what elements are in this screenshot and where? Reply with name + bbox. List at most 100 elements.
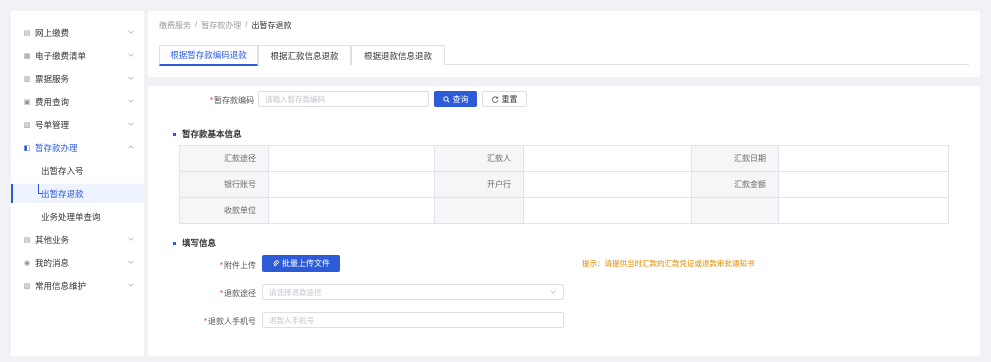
deposit-code-label: *暂存款编码 xyxy=(209,96,254,105)
table-cell-value xyxy=(523,171,692,198)
sidebar-item-other-business[interactable]: ▤ 其他业务 xyxy=(11,231,144,249)
sidebar-item-e-payment-list[interactable]: ▦ 电子缴费清单 xyxy=(11,47,144,65)
refresh-icon xyxy=(491,95,498,103)
basic-info-table: 汇款途径 汇款人 汇款日期 银行账号 开户行 汇款金额 收款单位 xyxy=(179,145,949,224)
sidebar: ▤ 网上缴费 ▦ 电子缴费清单 ▥ 票据服务 ▣ 费用查询 ▧ 号单管理 ◧ 暂… xyxy=(11,11,144,356)
chevron-down-icon xyxy=(128,76,134,80)
table-cell-label xyxy=(434,197,524,224)
list-icon: ▦ xyxy=(23,53,31,60)
required-mark: * xyxy=(209,96,213,105)
batch-upload-label: 批量上传文件 xyxy=(282,259,330,268)
refund-way-placeholder: 请选择退款途径 xyxy=(269,287,322,297)
upload-hint: 提示：请提供当时汇款的汇款凭证或退款审批通知书 xyxy=(582,259,755,268)
sidebar-item-number-management[interactable]: ▧ 号单管理 xyxy=(11,116,144,134)
breadcrumb-item[interactable]: 缴费服务 xyxy=(159,20,191,31)
settings-icon: ▨ xyxy=(23,283,31,290)
query-button[interactable]: 查询 xyxy=(434,91,477,107)
refund-way-select[interactable]: 请选择退款途径 xyxy=(262,284,564,300)
batch-upload-button[interactable]: 批量上传文件 xyxy=(262,255,340,272)
sidebar-item-my-messages[interactable]: ◉ 我的消息 xyxy=(11,254,144,272)
tab-refund-by-refund-info[interactable]: 根据退款信息退款 xyxy=(351,45,445,65)
chevron-down-icon xyxy=(128,237,134,241)
chevron-down-icon xyxy=(128,30,134,34)
sidebar-item-label: 票据服务 xyxy=(35,74,70,84)
table-cell-value xyxy=(523,197,692,224)
table-cell-label xyxy=(691,197,779,224)
breadcrumb-current: 出暂存退款 xyxy=(251,21,292,30)
table-cell-label: 汇款人 xyxy=(434,145,524,172)
fill-info-title: 填写信息 xyxy=(173,237,216,249)
sidebar-subitem-deposit-in[interactable]: 出暂存入号 xyxy=(11,161,144,180)
sidebar-item-info-maintenance[interactable]: ▨ 常用信息维护 xyxy=(11,277,144,295)
reset-button-label: 重置 xyxy=(501,94,518,104)
tree-line xyxy=(38,184,42,194)
table-cell-value xyxy=(268,197,435,224)
breadcrumb: 缴费服务 / 暂存款办理 / 出暂存退款 xyxy=(159,20,291,31)
deposit-icon: ◧ xyxy=(23,145,31,152)
refund-phone-input[interactable]: 退款人手机号 xyxy=(262,312,564,328)
tab-refund-by-code[interactable]: 根据暂存款编码退款 xyxy=(159,45,258,66)
attachment-label: *附件上传 xyxy=(219,261,256,270)
tab-refund-by-remittance[interactable]: 根据汇款信息退款 xyxy=(258,45,351,65)
sidebar-item-label: 电子缴费清单 xyxy=(35,51,87,61)
chevron-down-icon xyxy=(550,290,556,294)
sidebar-subitem-label: 业务处理单查询 xyxy=(41,211,101,222)
message-icon: ◉ xyxy=(23,260,31,267)
table-cell-label: 开户行 xyxy=(434,171,524,198)
table-cell-label: 汇款日期 xyxy=(691,145,779,172)
breadcrumb-item[interactable]: 暂存款办理 xyxy=(201,20,241,31)
required-mark: * xyxy=(219,261,223,270)
refund-way-label: *退款途径 xyxy=(219,289,256,298)
sidebar-subitem-label: 出暂存退款 xyxy=(41,188,84,199)
table-cell-label: 银行账号 xyxy=(179,171,269,198)
deposit-code-input[interactable]: 请输入暂存款编码 xyxy=(258,91,429,107)
query-icon: ▣ xyxy=(23,99,31,106)
required-mark: * xyxy=(219,289,223,298)
table-cell-value xyxy=(778,197,949,224)
reset-button[interactable]: 重置 xyxy=(482,91,527,107)
table-row: 银行账号 开户行 汇款金额 xyxy=(179,171,949,198)
table-cell-value xyxy=(523,145,692,172)
table-row: 汇款途径 汇款人 汇款日期 xyxy=(179,145,949,172)
required-mark: * xyxy=(203,317,207,326)
sidebar-item-label: 常用信息维护 xyxy=(35,281,87,291)
chevron-up-icon xyxy=(128,145,134,149)
table-cell-label: 汇款途径 xyxy=(179,145,269,172)
tab-bar: 根据暂存款编码退款 根据汇款信息退款 根据退款信息退款 xyxy=(159,45,969,66)
table-cell-value xyxy=(778,145,949,172)
sidebar-item-label: 我的消息 xyxy=(35,258,70,268)
sidebar-item-label: 号单管理 xyxy=(35,120,70,130)
table-cell-value xyxy=(268,171,435,198)
table-cell-value xyxy=(268,145,435,172)
sidebar-subitem-label: 出暂存入号 xyxy=(41,165,84,176)
chevron-down-icon xyxy=(128,99,134,103)
chevron-down-icon xyxy=(128,260,134,264)
sidebar-subitem-business-query[interactable]: 业务处理单查询 xyxy=(11,207,144,226)
sidebar-item-deposit[interactable]: ◧ 暂存款办理 xyxy=(11,139,144,157)
sidebar-item-label: 其他业务 xyxy=(35,235,70,245)
table-cell-label: 汇款金额 xyxy=(691,171,779,198)
query-button-label: 查询 xyxy=(452,94,469,104)
sidebar-item-fee-query[interactable]: ▣ 费用查询 xyxy=(11,93,144,111)
doc-icon: ▧ xyxy=(23,122,31,129)
sidebar-item-label: 网上缴费 xyxy=(35,28,70,38)
chevron-down-icon xyxy=(128,53,134,57)
sidebar-subitem-deposit-refund[interactable]: 出暂存退款 xyxy=(11,184,144,203)
payment-icon: ▤ xyxy=(23,30,31,37)
paperclip-icon xyxy=(273,260,279,267)
refund-phone-label: *退款人手机号 xyxy=(203,317,256,326)
other-icon: ▤ xyxy=(23,237,31,244)
table-cell-value xyxy=(778,171,949,198)
divider-band xyxy=(148,77,980,86)
sidebar-item-ticket-service[interactable]: ▥ 票据服务 xyxy=(11,70,144,88)
main-panel: 缴费服务 / 暂存款办理 / 出暂存退款 根据暂存款编码退款 根据汇款信息退款 … xyxy=(148,11,980,356)
breadcrumb-separator: / xyxy=(245,20,248,29)
sidebar-item-label: 暂存款办理 xyxy=(35,143,78,153)
basic-info-title: 暂存款基本信息 xyxy=(173,128,242,140)
table-row: 收款单位 xyxy=(179,197,949,224)
table-cell-label: 收款单位 xyxy=(179,197,269,224)
ticket-icon: ▥ xyxy=(23,76,31,83)
breadcrumb-separator: / xyxy=(195,20,198,29)
sidebar-item-online-payment[interactable]: ▤ 网上缴费 xyxy=(11,24,144,42)
search-icon xyxy=(442,95,450,103)
